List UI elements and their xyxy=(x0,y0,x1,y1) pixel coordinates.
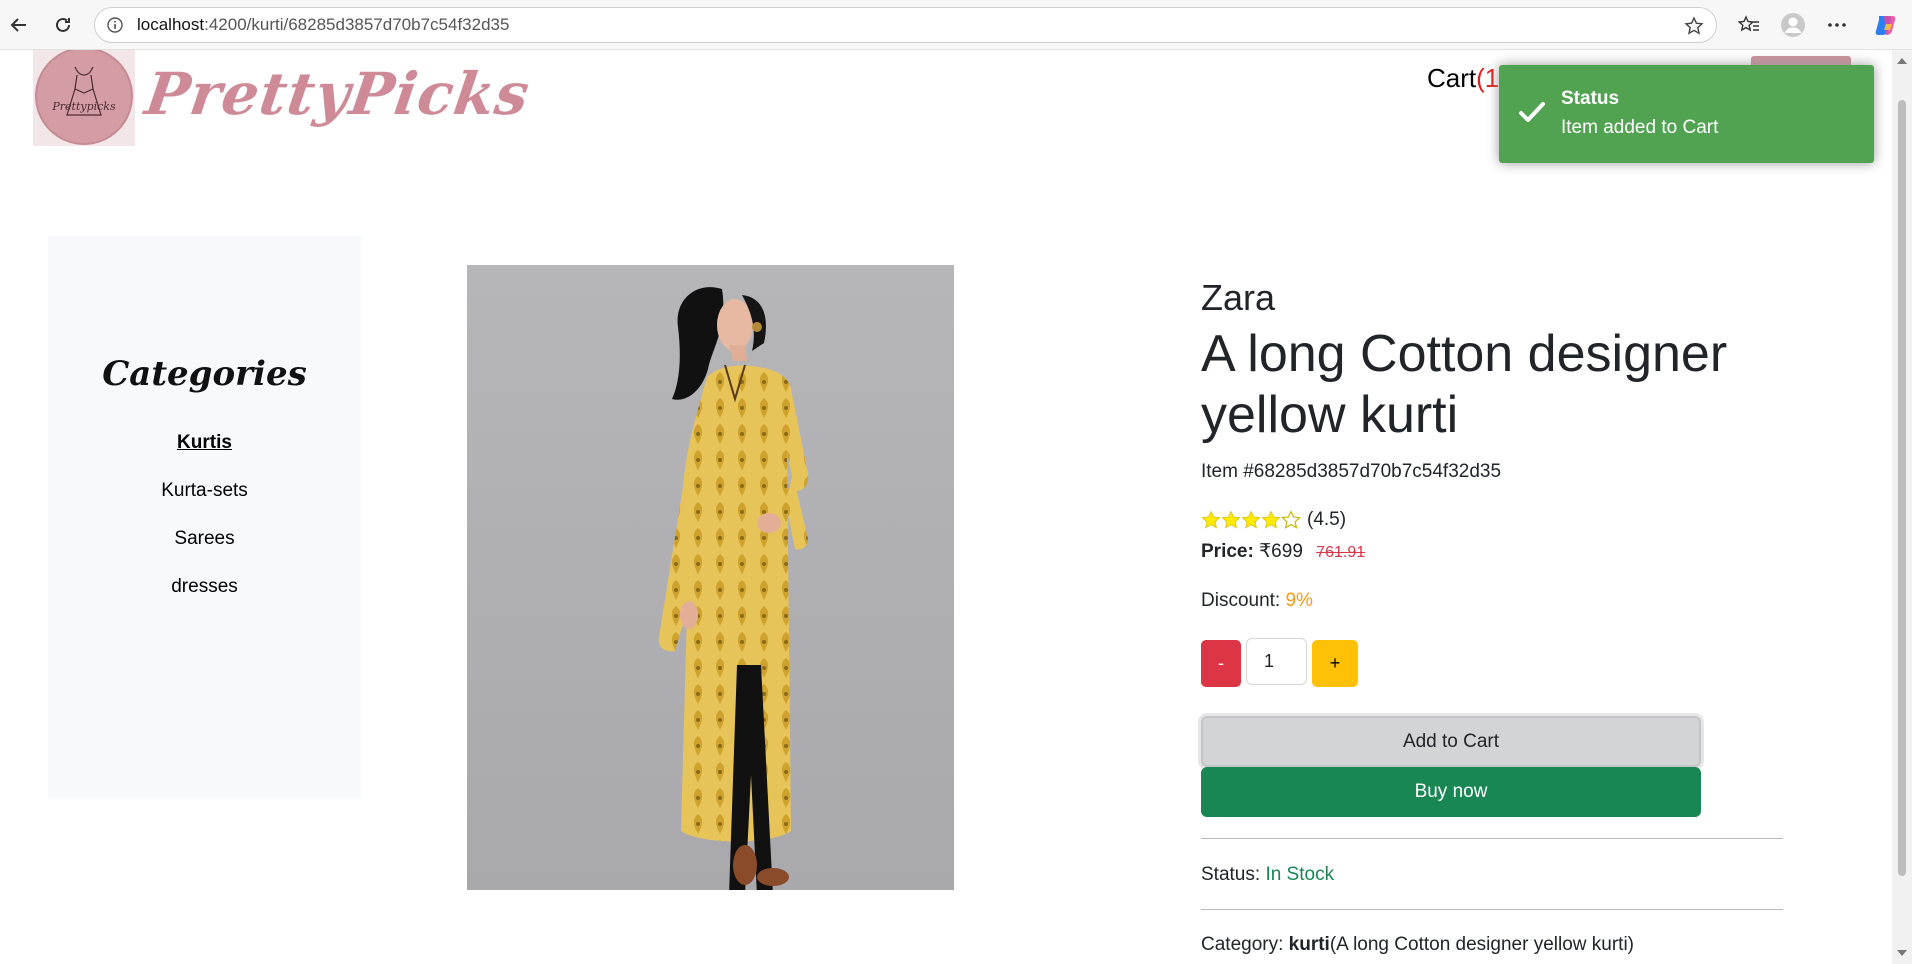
scroll-down-icon[interactable] xyxy=(1897,950,1907,956)
product-title: A long Cotton designer yellow kurti xyxy=(1201,325,1728,444)
back-icon[interactable] xyxy=(4,10,34,40)
sidebar-item-sarees[interactable]: Sarees xyxy=(48,528,361,550)
reload-icon[interactable] xyxy=(48,10,78,40)
logo-image[interactable]: Prettypicks xyxy=(33,50,135,146)
quantity-increase-button[interactable]: + xyxy=(1312,640,1358,687)
product-category: Category: kurti(A long Cotton designer y… xyxy=(1201,934,1634,956)
discount-label: Discount: xyxy=(1201,590,1281,611)
sidebar-item-kurtis[interactable]: Kurtis xyxy=(48,432,361,454)
category-sidebar: Categories Kurtis Kurta-sets Sarees dres… xyxy=(48,236,361,798)
star-full-icon xyxy=(1261,510,1281,529)
toast-message: Item added to Cart xyxy=(1561,117,1719,138)
brand-logo-text[interactable]: PrettyPicks xyxy=(141,60,534,128)
favorites-icon[interactable] xyxy=(1735,11,1763,39)
url-text[interactable]: localhost:4200/kurti/68285d3857d70b7c54f… xyxy=(137,15,509,35)
divider xyxy=(1201,838,1783,839)
product-price: Price: ₹699 761.91 xyxy=(1201,540,1365,563)
price-label: Price: xyxy=(1201,541,1254,562)
cart-link[interactable]: Cart(1) xyxy=(1427,63,1508,94)
star-empty-icon xyxy=(1281,510,1301,529)
category-description: (A long Cotton designer yellow kurti) xyxy=(1329,934,1634,955)
status-label: Status: xyxy=(1201,864,1261,885)
profile-avatar-icon[interactable] xyxy=(1779,11,1807,39)
product-image[interactable] xyxy=(467,265,954,890)
scroll-up-icon[interactable] xyxy=(1897,58,1907,64)
logo-mini-text: Prettypicks xyxy=(52,100,116,113)
stock-status: Status: In Stock xyxy=(1201,864,1334,886)
scrollbar-thumb[interactable] xyxy=(1898,100,1906,876)
star-full-icon xyxy=(1201,510,1221,529)
category-label: Category: xyxy=(1201,934,1284,955)
product-photo xyxy=(658,287,809,890)
dress-icon xyxy=(66,66,102,116)
favorite-star-icon[interactable] xyxy=(1684,16,1704,36)
product-rating: (4.5) xyxy=(1201,509,1346,531)
toast-title: Status xyxy=(1561,88,1620,109)
rating-stars xyxy=(1201,510,1301,530)
star-full-icon xyxy=(1221,510,1241,529)
browser-toolbar: localhost:4200/kurti/68285d3857d70b7c54f… xyxy=(0,0,1912,50)
sidebar-item-dresses[interactable]: dresses xyxy=(48,576,361,598)
star-full-icon xyxy=(1241,510,1261,529)
divider xyxy=(1201,909,1783,910)
check-icon xyxy=(1519,102,1545,122)
category-value: kurti xyxy=(1288,934,1330,955)
cart-label: Cart xyxy=(1427,63,1477,93)
quantity-decrease-button[interactable]: - xyxy=(1201,640,1241,687)
toast-notification[interactable]: Status Item added to Cart xyxy=(1499,65,1874,163)
product-item-id: Item #68285d3857d70b7c54f32d35 xyxy=(1201,461,1502,482)
sidebar-heading: Categories xyxy=(102,354,307,394)
page-scrollbar[interactable] xyxy=(1892,50,1912,964)
more-options-icon[interactable] xyxy=(1823,11,1851,39)
price-value: ₹699 xyxy=(1259,541,1303,562)
rating-value: (4.5) xyxy=(1307,509,1347,530)
site-info-icon[interactable] xyxy=(107,17,123,33)
product-brand: Zara xyxy=(1201,277,1276,318)
discount-value: 9% xyxy=(1285,590,1313,611)
buy-now-button[interactable]: Buy now xyxy=(1201,767,1701,817)
quantity-input[interactable] xyxy=(1246,638,1307,685)
copilot-icon[interactable] xyxy=(1872,11,1900,39)
address-bar[interactable]: localhost:4200/kurti/68285d3857d70b7c54f… xyxy=(94,7,1717,43)
sidebar-item-kurta-sets[interactable]: Kurta-sets xyxy=(48,480,361,502)
page-viewport: Prettypicks PrettyPicks Cart(1) Status I… xyxy=(0,50,1892,964)
add-to-cart-button[interactable]: Add to Cart xyxy=(1201,716,1701,767)
status-value: In Stock xyxy=(1265,864,1335,885)
product-discount: Discount: 9% xyxy=(1201,590,1313,612)
logo-disc xyxy=(35,50,133,145)
old-price: 761.91 xyxy=(1316,544,1366,561)
